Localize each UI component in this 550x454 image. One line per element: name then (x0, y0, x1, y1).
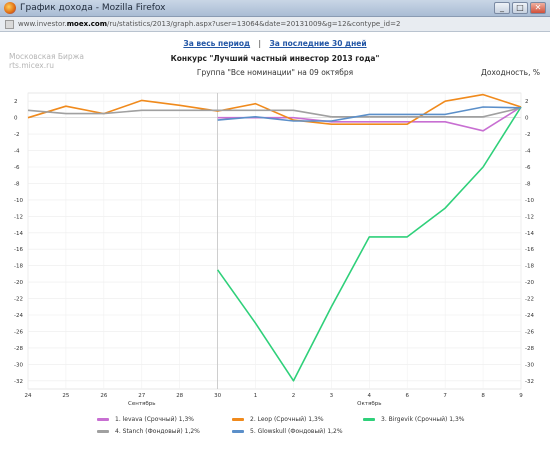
y-tick-label-right: -14 (525, 231, 534, 237)
legend-label: 1. levava (Срочный) 1,3% (115, 416, 194, 423)
y-tick-label-left: 2 (14, 99, 18, 105)
y-tick-label-right: -10 (525, 198, 534, 204)
x-tick-label: 1 (254, 393, 258, 399)
y-tick-label-left: -28 (14, 346, 23, 352)
chart-legend: 1. levava (Срочный) 1,3% 2. Leop (Срочный… (0, 416, 550, 446)
yield-chart: 2 2 0 0 -2 -2 -4 -4 -6 -6 -8 -8 -10 -10 -12 -12 -14 -14 -1… (14, 92, 534, 407)
y-tick-label-right: -20 (525, 280, 534, 286)
x-tick-label: 25 (62, 393, 69, 399)
month-label: Сентябрь (128, 401, 155, 407)
y-tick-label-right: -8 (525, 181, 531, 187)
y-tick-label-left: -2 (14, 132, 19, 138)
legend-label: 2. Leop (Срочный) 1,3% (250, 416, 324, 423)
y-tick-label-left: -26 (14, 329, 23, 335)
y-tick-label-right: -22 (525, 297, 534, 303)
y-tick-label-right: -26 (525, 329, 534, 335)
legend-item: 2. Leop (Срочный) 1,3% (232, 416, 324, 423)
x-tick-label: 28 (176, 393, 183, 399)
y-tick-label-left: -16 (14, 247, 23, 253)
month-label: Октябрь (357, 401, 381, 407)
legend-label: 5. Glowskull (Фондовый) 1,2% (250, 428, 343, 435)
maximize-button[interactable]: □ (512, 2, 528, 14)
firefox-icon (4, 2, 16, 14)
x-tick-label: 6 (405, 393, 409, 399)
x-tick-label: 8 (481, 393, 485, 399)
x-tick-label: 26 (100, 393, 107, 399)
legend-item: 4. Stanch (Фондовый) 1,2% (97, 428, 200, 435)
x-tick-label: 30 (214, 393, 221, 399)
address-bar[interactable]: www.investor.moex.com/ru/statistics/2013… (0, 17, 550, 32)
close-button[interactable]: ✕ (530, 2, 546, 14)
y-tick-label-left: 0 (14, 116, 18, 122)
plot-frame (27, 92, 522, 390)
y-tick-label-right: -4 (525, 149, 531, 155)
legend-swatch (97, 430, 109, 433)
legend-label: 3. Birgevik (Срочный) 1,3% (381, 416, 465, 423)
y-tick-label-right: -12 (525, 214, 534, 220)
y-tick-label-right: -32 (525, 379, 534, 385)
y-tick-label-left: -14 (14, 231, 23, 237)
x-tick-label: 3 (330, 393, 334, 399)
x-tick-label: 7 (443, 393, 447, 399)
y-tick-label-left: -18 (14, 264, 23, 270)
legend-item: 3. Birgevik (Срочный) 1,3% (363, 416, 464, 423)
y-tick-label-left: -6 (14, 165, 20, 171)
x-tick-label: 4 (368, 393, 372, 399)
series-line-2 (27, 93, 522, 125)
y-tick-label-left: -32 (14, 379, 23, 385)
y-tick-label-left: -30 (14, 362, 23, 368)
y-tick-label-right: -18 (525, 264, 534, 270)
x-tick-label: 9 (519, 393, 523, 399)
x-tick-label: 24 (25, 393, 32, 399)
legend-swatch (363, 418, 375, 421)
y-tick-label-right: -28 (525, 346, 534, 352)
legend-label: 4. Stanch (Фондовый) 1,2% (115, 428, 200, 435)
y-tick-label-right: -6 (525, 165, 531, 171)
url-text[interactable]: www.investor.moex.com/ru/statistics/2013… (18, 20, 400, 28)
x-tick-label: 27 (138, 393, 145, 399)
window-titlebar: График дохода - Mozilla Firefox _ □ ✕ (0, 0, 550, 17)
x-tick-label: 2 (292, 393, 296, 399)
y-tick-label-right: 2 (525, 99, 529, 105)
window-title: График дохода - Mozilla Firefox (20, 3, 166, 13)
y-tick-label-right: -24 (525, 313, 534, 319)
page-content: За весь период | За последние 30 дней Мо… (0, 32, 550, 454)
y-tick-label-left: -22 (14, 297, 23, 303)
legend-swatch (97, 418, 109, 421)
window-controls: _ □ ✕ (494, 2, 546, 14)
y-tick-label-left: -8 (14, 181, 20, 187)
legend-swatch (232, 430, 244, 433)
y-tick-label-right: 0 (525, 116, 529, 122)
page-icon (5, 19, 14, 29)
y-tick-label-left: -20 (14, 280, 23, 286)
y-tick-label-right: -2 (525, 132, 530, 138)
y-tick-label-right: -30 (525, 362, 534, 368)
legend-item: 1. levava (Срочный) 1,3% (97, 416, 194, 423)
y-tick-label-left: -4 (14, 149, 20, 155)
y-tick-label-left: -12 (14, 214, 23, 220)
minimize-button[interactable]: _ (494, 2, 510, 14)
legend-item: 5. Glowskull (Фондовый) 1,2% (232, 428, 343, 435)
y-tick-label-left: -10 (14, 198, 23, 204)
y-tick-label-left: -24 (14, 313, 23, 319)
legend-swatch (232, 418, 244, 421)
y-tick-label-right: -16 (525, 247, 534, 253)
